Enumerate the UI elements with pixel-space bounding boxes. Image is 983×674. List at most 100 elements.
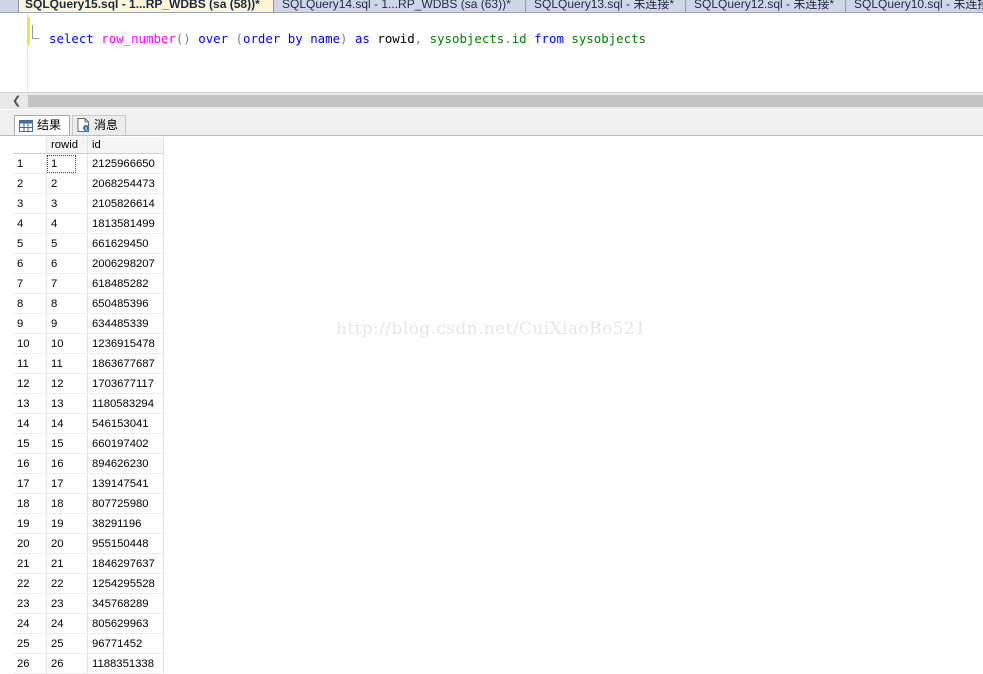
table-row[interactable]: 14 14 546153041 <box>13 413 164 434</box>
results-grid[interactable]: rowid id 1 1 2125966650 2 2 2068254473 3 3 21058… <box>13 137 164 674</box>
table-row[interactable]: 9 9 634485339 <box>13 313 164 334</box>
cell-rowid[interactable]: 8 <box>46 293 88 314</box>
cell-rowid[interactable]: 2 <box>46 173 88 194</box>
cell-id[interactable]: 1703677117 <box>87 373 164 394</box>
cell-id[interactable]: 1846297637 <box>87 553 164 574</box>
table-row[interactable]: 16 16 894626230 <box>13 453 164 474</box>
cell-rowid[interactable]: 13 <box>46 393 88 414</box>
table-row[interactable]: 25 25 96771452 <box>13 633 164 654</box>
table-row[interactable]: 21 21 1846297637 <box>13 553 164 574</box>
row-number-cell[interactable]: 18 <box>13 493 47 514</box>
cell-rowid[interactable]: 7 <box>46 273 88 294</box>
cell-id[interactable]: 894626230 <box>87 453 164 474</box>
row-number-cell[interactable]: 10 <box>13 333 47 354</box>
sql-code[interactable]: select row_number() over (order by name)… <box>49 31 646 46</box>
table-row[interactable]: 12 12 1703677117 <box>13 373 164 394</box>
cell-rowid[interactable]: 24 <box>46 613 88 634</box>
column-header-rowid[interactable]: rowid <box>46 137 88 154</box>
scrollbar-thumb[interactable] <box>28 95 983 107</box>
row-number-cell[interactable]: 11 <box>13 353 47 374</box>
table-row[interactable]: 6 6 2006298207 <box>13 253 164 274</box>
tab-sqlquery15[interactable]: SQLQuery15.sql - 1...RP_WDBS (sa (58))* <box>18 0 274 12</box>
cell-rowid[interactable]: 21 <box>46 553 88 574</box>
cell-id[interactable]: 661629450 <box>87 233 164 254</box>
tab-results[interactable]: 结果 <box>14 115 70 135</box>
row-number-cell[interactable]: 17 <box>13 473 47 494</box>
cell-rowid[interactable]: 22 <box>46 573 88 594</box>
row-number-cell[interactable]: 24 <box>13 613 47 634</box>
cell-rowid[interactable]: 12 <box>46 373 88 394</box>
tab-sqlquery10[interactable]: SQLQuery10.sql - 未连接 <box>848 0 983 12</box>
tab-sqlquery14[interactable]: SQLQuery14.sql - 1...RP_WDBS (sa (63))* <box>276 0 526 12</box>
cell-rowid[interactable]: 14 <box>46 413 88 434</box>
table-row[interactable]: 26 26 1188351338 <box>13 653 164 674</box>
cell-rowid[interactable]: 11 <box>46 353 88 374</box>
row-number-cell[interactable]: 5 <box>13 233 47 254</box>
cell-rowid[interactable]: 16 <box>46 453 88 474</box>
cell-id[interactable]: 2105826614 <box>87 193 164 214</box>
cell-id[interactable]: 1813581499 <box>87 213 164 234</box>
cell-rowid[interactable]: 18 <box>46 493 88 514</box>
cell-id[interactable]: 546153041 <box>87 413 164 434</box>
row-number-cell[interactable]: 22 <box>13 573 47 594</box>
row-number-cell[interactable]: 20 <box>13 533 47 554</box>
cell-id[interactable]: 955150448 <box>87 533 164 554</box>
row-number-cell[interactable]: 12 <box>13 373 47 394</box>
table-row[interactable]: 13 13 1180583294 <box>13 393 164 414</box>
cell-rowid[interactable]: 25 <box>46 633 88 654</box>
cell-rowid[interactable]: 26 <box>46 653 88 674</box>
cell-id[interactable]: 1188351338 <box>87 653 164 674</box>
cell-rowid[interactable]: 3 <box>46 193 88 214</box>
column-header-id[interactable]: id <box>87 137 164 154</box>
row-number-cell[interactable]: 16 <box>13 453 47 474</box>
cell-rowid[interactable]: 10 <box>46 333 88 354</box>
cell-id[interactable]: 1254295528 <box>87 573 164 594</box>
row-number-cell[interactable]: 25 <box>13 633 47 654</box>
row-number-cell[interactable]: 1 <box>13 153 47 174</box>
cell-id[interactable]: 618485282 <box>87 273 164 294</box>
cell-id[interactable]: 2006298207 <box>87 253 164 274</box>
table-row[interactable]: 8 8 650485396 <box>13 293 164 314</box>
cell-rowid[interactable]: 6 <box>46 253 88 274</box>
row-number-cell[interactable]: 4 <box>13 213 47 234</box>
row-number-cell[interactable]: 7 <box>13 273 47 294</box>
cell-id[interactable]: 2125966650 <box>87 153 164 174</box>
table-row[interactable]: 18 18 807725980 <box>13 493 164 514</box>
cell-id[interactable]: 38291196 <box>87 513 164 534</box>
cell-rowid[interactable]: 4 <box>46 213 88 234</box>
cell-id[interactable]: 2068254473 <box>87 173 164 194</box>
row-number-cell[interactable]: 19 <box>13 513 47 534</box>
table-row[interactable]: 7 7 618485282 <box>13 273 164 294</box>
table-row[interactable]: 22 22 1254295528 <box>13 573 164 594</box>
row-number-cell[interactable]: 13 <box>13 393 47 414</box>
table-row[interactable]: 20 20 955150448 <box>13 533 164 554</box>
cell-rowid[interactable]: 20 <box>46 533 88 554</box>
table-row[interactable]: 17 17 139147541 <box>13 473 164 494</box>
table-row[interactable]: 23 23 345768289 <box>13 593 164 614</box>
cell-rowid[interactable]: 17 <box>46 473 88 494</box>
cell-id[interactable]: 805629963 <box>87 613 164 634</box>
cell-id[interactable]: 345768289 <box>87 593 164 614</box>
cell-rowid[interactable]: 1 <box>46 153 88 174</box>
table-row[interactable]: 10 10 1236915478 <box>13 333 164 354</box>
table-row[interactable]: 3 3 2105826614 <box>13 193 164 214</box>
table-row[interactable]: 5 5 661629450 <box>13 233 164 254</box>
cell-id[interactable]: 1180583294 <box>87 393 164 414</box>
cell-rowid[interactable]: 15 <box>46 433 88 454</box>
row-number-cell[interactable]: 15 <box>13 433 47 454</box>
row-number-cell[interactable]: 26 <box>13 653 47 674</box>
table-row[interactable]: 15 15 660197402 <box>13 433 164 454</box>
cell-id[interactable]: 634485339 <box>87 313 164 334</box>
cell-id[interactable]: 807725980 <box>87 493 164 514</box>
table-row[interactable]: 4 4 1813581499 <box>13 213 164 234</box>
tab-sqlquery13[interactable]: SQLQuery13.sql - 未连接* <box>528 0 686 12</box>
tab-sqlquery12[interactable]: SQLQuery12.sql - 未连接* <box>688 0 846 12</box>
row-number-cell[interactable]: 2 <box>13 173 47 194</box>
query-editor[interactable]: select row_number() over (order by name)… <box>0 13 983 92</box>
editor-horizontal-scrollbar[interactable]: ❮ <box>0 92 983 109</box>
cell-id[interactable]: 650485396 <box>87 293 164 314</box>
cell-id[interactable]: 139147541 <box>87 473 164 494</box>
table-row[interactable]: 2 2 2068254473 <box>13 173 164 194</box>
row-number-cell[interactable]: 3 <box>13 193 47 214</box>
cell-id[interactable]: 96771452 <box>87 633 164 654</box>
